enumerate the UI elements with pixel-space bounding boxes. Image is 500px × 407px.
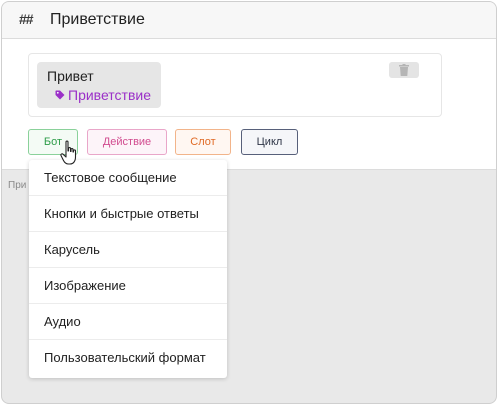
story-window: ## Приветствие Привет Приветствие Бот Де… — [1, 1, 497, 404]
menu-item-audio[interactable]: Аудио — [29, 304, 227, 340]
menu-item-buttons-quick-replies[interactable]: Кнопки и быстрые ответы — [29, 196, 227, 232]
page-title: Приветствие — [50, 11, 145, 28]
intent-name: Приветствие — [68, 87, 151, 103]
menu-item-text-message[interactable]: Текстовое сообщение — [29, 160, 227, 196]
hint-text: При — [8, 180, 27, 191]
header: ## Приветствие — [2, 2, 496, 39]
hash-icon: ## — [19, 11, 34, 27]
message-text: Привет — [47, 68, 94, 84]
trash-icon — [399, 64, 409, 76]
tag-icon — [55, 90, 65, 100]
menu-item-custom-format[interactable]: Пользовательский формат — [29, 340, 227, 376]
slot-button[interactable]: Слот — [175, 129, 231, 155]
hand-cursor-icon — [60, 140, 77, 165]
menu-item-image[interactable]: Изображение — [29, 268, 227, 304]
menu-item-carousel[interactable]: Карусель — [29, 232, 227, 268]
user-utterance-card: Привет Приветствие — [28, 53, 442, 117]
action-button[interactable]: Действие — [87, 129, 167, 155]
intent-label[interactable]: Приветствие — [55, 87, 151, 103]
loop-button[interactable]: Цикл — [241, 129, 298, 155]
user-message[interactable]: Привет Приветствие — [37, 62, 161, 108]
delete-button[interactable] — [389, 62, 419, 78]
bot-response-menu: Текстовое сообщение Кнопки и быстрые отв… — [29, 160, 227, 378]
